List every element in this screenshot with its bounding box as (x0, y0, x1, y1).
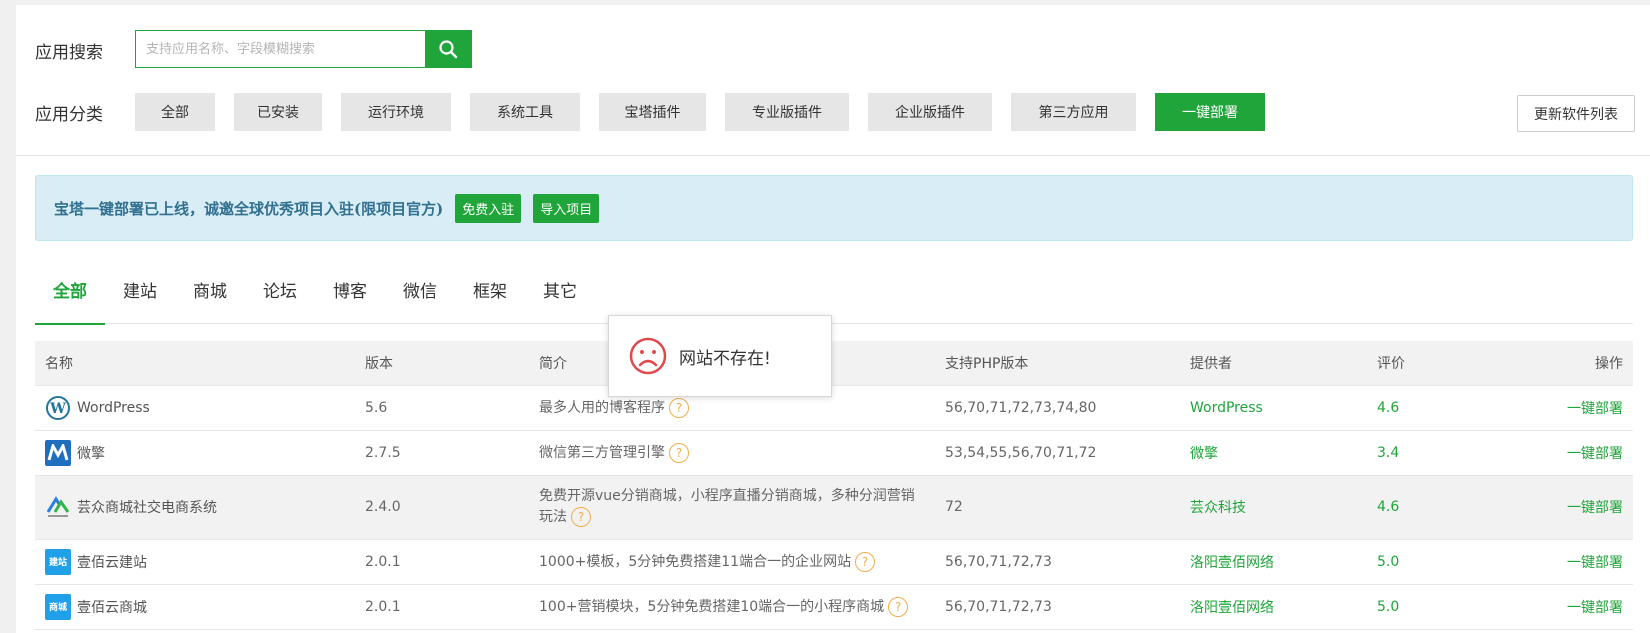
app-php: 56,70,71,72,73,74,80 (935, 385, 1180, 431)
app-name: 壹佰云建站 (77, 554, 147, 571)
deploy-link[interactable]: 一键部署 (1477, 385, 1633, 431)
divider (16, 155, 1650, 156)
deploy-link[interactable]: 一键部署 (1477, 584, 1633, 630)
wordpress-logo-icon: W (45, 395, 71, 421)
jianzhan-logo-icon: 建站 (45, 548, 71, 575)
search-label: 应用搜索 (35, 43, 103, 63)
col-action: 操作 (1477, 341, 1633, 386)
yunzhong-logo-icon (45, 494, 71, 520)
search-input[interactable] (136, 31, 425, 67)
app-name: 壹佰云商城 (77, 599, 147, 616)
tab-mall[interactable]: 商城 (175, 272, 245, 324)
app-version: 2.0.1 (355, 539, 529, 585)
category-installed[interactable]: 已安装 (234, 93, 322, 131)
tab-website[interactable]: 建站 (105, 272, 175, 324)
category-runtime[interactable]: 运行环境 (341, 93, 451, 131)
svg-text:W: W (49, 401, 66, 417)
app-rating: 3.4 (1367, 430, 1477, 476)
col-name: 名称 (35, 341, 355, 386)
help-icon[interactable]: ? (669, 443, 689, 463)
shangcheng-logo-icon: 商城 (45, 593, 71, 620)
app-provider[interactable]: 芸众科技 (1180, 475, 1367, 540)
app-php: 53,54,55,56,70,71,72 (935, 430, 1180, 476)
update-software-list-button[interactable]: 更新软件列表 (1517, 95, 1635, 132)
help-icon[interactable]: ? (669, 398, 689, 418)
app-desc: 免费开源vue分销商城，小程序直播分销商城，多种分润营销玩法? (529, 475, 935, 540)
weiqing-logo-icon (45, 439, 71, 466)
app-desc: 100+营销模块，5分钟免费搭建10端合一的小程序商城? (529, 584, 935, 630)
app-rating: 5.0 (1367, 584, 1477, 630)
category-pro-plugins[interactable]: 专业版插件 (725, 93, 849, 131)
col-provider: 提供者 (1180, 341, 1367, 386)
category-third-party[interactable]: 第三方应用 (1011, 93, 1136, 131)
app-rating: 4.6 (1367, 475, 1477, 540)
app-desc: 微信第三方管理引擎? (529, 430, 935, 476)
app-version: 5.6 (355, 385, 529, 431)
error-toast: 网站不存在! (608, 315, 832, 397)
tab-other[interactable]: 其它 (525, 272, 595, 324)
app-rating: 4.6 (1367, 385, 1477, 431)
app-name: 微擎 (77, 445, 105, 462)
app-version: 2.4.0 (355, 475, 529, 540)
tab-all[interactable]: 全部 (35, 272, 105, 325)
notice-banner: 宝塔一键部署已上线，诚邀全球优秀项目入驻(限项目官方) 免费入驻 导入项目 (35, 175, 1633, 241)
app-name: WordPress (77, 399, 150, 416)
sad-face-icon (629, 337, 667, 375)
app-version: 2.7.5 (355, 430, 529, 476)
tab-blog[interactable]: 博客 (315, 272, 385, 324)
search-icon (439, 40, 458, 59)
deploy-link[interactable]: 一键部署 (1477, 475, 1633, 540)
app-provider[interactable]: WordPress (1180, 385, 1367, 431)
help-icon[interactable]: ? (571, 507, 591, 527)
table-header-row: 名称 版本 简介 支持PHP版本 提供者 评价 操作 (35, 341, 1633, 386)
table-row: 芸众商城社交电商系统 2.4.0 免费开源vue分销商城，小程序直播分销商城，多… (35, 475, 1633, 540)
notice-text: 宝塔一键部署已上线，诚邀全球优秀项目入驻(限项目官方) (54, 199, 444, 218)
col-version: 版本 (355, 341, 529, 386)
deploy-table: 名称 版本 简介 支持PHP版本 提供者 评价 操作 W WordPress 5… (35, 341, 1633, 630)
app-php: 56,70,71,72,73 (935, 539, 1180, 585)
app-desc: 1000+模板，5分钟免费搭建11端合一的企业网站? (529, 539, 935, 585)
category-label: 应用分类 (35, 105, 103, 125)
category-bt-plugins[interactable]: 宝塔插件 (599, 93, 706, 131)
table-row: 微擎 2.7.5 微信第三方管理引擎? 53,54,55,56,70,71,72… (35, 430, 1633, 476)
toast-message: 网站不存在! (679, 348, 771, 369)
help-icon[interactable]: ? (855, 552, 876, 572)
free-join-button[interactable]: 免费入驻 (455, 193, 522, 223)
deploy-type-tabs: 全部 建站 商城 论坛 博客 微信 框架 其它 (35, 272, 1633, 325)
import-project-button[interactable]: 导入项目 (533, 193, 600, 223)
app-name: 芸众商城社交电商系统 (77, 500, 217, 516)
search-button[interactable] (425, 31, 471, 67)
deploy-link[interactable]: 一键部署 (1477, 539, 1633, 585)
tab-wechat[interactable]: 微信 (385, 272, 455, 324)
category-all[interactable]: 全部 (135, 93, 215, 131)
deploy-link[interactable]: 一键部署 (1477, 430, 1633, 476)
app-php: 56,70,71,72,73 (935, 584, 1180, 630)
col-rating: 评价 (1367, 341, 1477, 386)
col-php: 支持PHP版本 (935, 341, 1180, 386)
category-bar: 全部 已安装 运行环境 系统工具 宝塔插件 专业版插件 企业版插件 第三方应用 … (135, 93, 1284, 131)
category-system-tools[interactable]: 系统工具 (470, 93, 580, 131)
table-row: W WordPress 5.6 最多人用的博客程序? 56,70,71,72,7… (35, 385, 1633, 431)
app-php: 72 (935, 475, 1180, 540)
app-provider[interactable]: 微擎 (1180, 430, 1367, 476)
category-enterprise-plugins[interactable]: 企业版插件 (868, 93, 992, 131)
help-icon[interactable]: ? (888, 597, 909, 617)
table-row: 商城 壹佰云商城 2.0.1 100+营销模块，5分钟免费搭建10端合一的小程序… (35, 584, 1633, 630)
tab-framework[interactable]: 框架 (455, 272, 525, 324)
app-provider[interactable]: 洛阳壹佰网络 (1180, 584, 1367, 630)
search-box (135, 30, 472, 68)
tab-forum[interactable]: 论坛 (245, 272, 315, 324)
category-one-click-deploy[interactable]: 一键部署 (1155, 93, 1265, 131)
app-provider[interactable]: 洛阳壹佰网络 (1180, 539, 1367, 585)
app-version: 2.0.1 (355, 584, 529, 630)
table-row: 建站 壹佰云建站 2.0.1 1000+模板，5分钟免费搭建11端合一的企业网站… (35, 539, 1633, 585)
app-rating: 5.0 (1367, 539, 1477, 585)
